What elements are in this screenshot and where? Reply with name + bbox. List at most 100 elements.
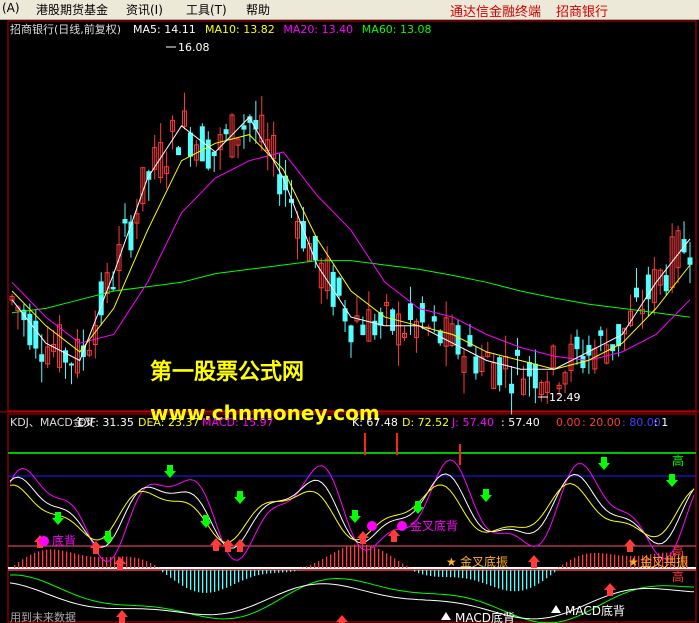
annotation-golden-cross-oscillation: 金叉底振 (460, 554, 508, 569)
macd-bar (386, 553, 388, 568)
arrow-down-icon (480, 489, 492, 502)
macd-bar (138, 558, 140, 568)
macd-bar (58, 549, 60, 568)
macd-bar (406, 565, 408, 568)
candle-body (253, 120, 259, 130)
menu-item-help[interactable]: 帮助 (246, 1, 270, 18)
candle-body (407, 303, 413, 321)
candle-body (211, 151, 217, 157)
macd-bar (450, 570, 452, 578)
candle-body (68, 363, 74, 366)
macd-bar (614, 554, 616, 568)
candle-body (27, 313, 33, 346)
macd-bar (362, 544, 364, 568)
indicator-value: : 1 (654, 416, 668, 429)
macd-bar (566, 562, 568, 568)
arrow-up-icon (234, 539, 246, 552)
macd-bar (510, 570, 512, 592)
menu-bar: (A) 港股期货基金 资讯(I) 工具(T) 帮助 通达信金融终端 招商银行 (0, 0, 699, 20)
price-candles (9, 92, 693, 415)
candle-body (187, 132, 193, 157)
arrow-down-icon (234, 491, 246, 504)
macd-bar (490, 570, 492, 586)
indicator-value: MACD: 15.97 (202, 416, 274, 429)
indicator-value: 0.00 (556, 416, 581, 429)
macd-bar (374, 547, 376, 568)
menu-item-tools[interactable]: 工具(T) (186, 1, 227, 18)
menu-item-hk-futures-funds[interactable]: 港股期货基金 (36, 1, 108, 18)
macd-bar (206, 570, 208, 593)
triangle-up-icon (551, 605, 561, 613)
price-chart-title: 招商银行(日线,前复权) (10, 22, 121, 36)
macd-bar (334, 552, 336, 568)
macd-bar (254, 570, 256, 577)
macd-bar (22, 559, 24, 568)
indicator-value: : 20.00 (582, 416, 621, 429)
macd-bar (390, 555, 392, 568)
macd-bar (54, 549, 56, 568)
macd-bar (38, 551, 40, 568)
macd-bar (294, 570, 296, 572)
macd-bar (546, 570, 548, 579)
macd-bar (562, 564, 564, 568)
price-indicator-value: MA20: 13.40 (283, 23, 353, 36)
arrow-up-icon (90, 541, 102, 554)
macd-bar (418, 570, 420, 574)
arrow-down-icon (349, 510, 361, 523)
macd-bar (330, 554, 332, 568)
macd-bar (214, 570, 216, 592)
macd-bar (458, 570, 460, 578)
macd-bar (434, 570, 436, 577)
macd-bar (590, 553, 592, 568)
macd-bar (378, 548, 380, 568)
macd-bar (178, 570, 180, 584)
macd-bar (90, 556, 92, 568)
macd-bar (170, 570, 172, 578)
macd-bar (30, 554, 32, 568)
signal-dot (367, 521, 377, 531)
macd-bar (110, 556, 112, 568)
annotation-golden-cross-divergence: 金叉底背 (410, 518, 458, 533)
macd-bar (182, 570, 184, 586)
macd-bar (82, 555, 84, 568)
candle-body (419, 303, 425, 323)
macd-bar (86, 555, 88, 568)
macd-bar (142, 559, 144, 568)
candle-body (663, 275, 669, 292)
macd-bar (610, 554, 612, 568)
macd-bar (422, 570, 424, 575)
annotation-macd-divergence-1: MACD底背 (455, 610, 515, 623)
macd-bar (446, 570, 448, 578)
candle-body (574, 336, 580, 350)
macd-bar (478, 570, 480, 582)
candle-body (110, 286, 116, 290)
macd-bar (550, 570, 552, 576)
macd-bar (42, 550, 44, 568)
macd-bar (382, 551, 384, 568)
macd-bar (462, 570, 464, 579)
macd-bar (278, 570, 280, 573)
candle-body (360, 324, 366, 336)
candle-body (645, 274, 651, 300)
macd-bar (486, 570, 488, 585)
macd-bar (146, 561, 148, 568)
menu-item-a[interactable]: (A) (2, 1, 20, 15)
triangle-up-icon (441, 612, 451, 620)
candle-body (199, 126, 205, 162)
arrow-up-icon (528, 555, 540, 568)
arrow-up-icon (388, 529, 400, 542)
macd-bar (598, 552, 600, 568)
macd-bar (322, 558, 324, 568)
macd-bar (270, 570, 272, 574)
macd-bar (190, 570, 192, 590)
macd-bar (222, 570, 224, 590)
min-price-label: 12.49 (549, 391, 581, 404)
macd-bar (250, 570, 252, 578)
menu-item-info[interactable]: 资讯(I) (126, 1, 163, 18)
macd-bar (314, 562, 316, 568)
macd-bar (262, 570, 264, 575)
candle-body (431, 316, 437, 322)
macd-bar (402, 563, 404, 568)
arrow-up-icon (624, 539, 636, 552)
brand-stock-name[interactable]: 招商银行 (556, 1, 608, 20)
